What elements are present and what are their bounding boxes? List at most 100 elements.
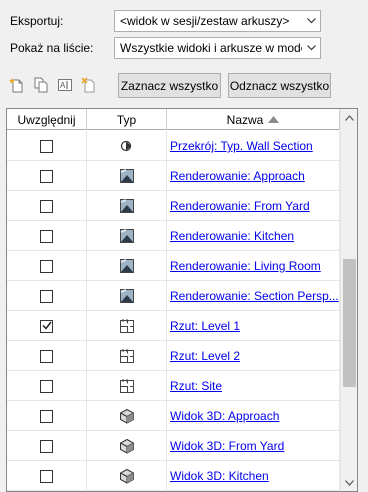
show-combo[interactable]: Wszystkie widoki i arkusze w modelu <box>114 37 321 59</box>
include-checkbox[interactable] <box>40 469 53 483</box>
table-row[interactable]: Widok 3D: Kitchen <box>7 461 340 491</box>
show-combo-value: Wszystkie widoki i arkusze w modelu <box>120 41 302 55</box>
view-name-link[interactable]: Rzut: Level 1 <box>170 319 240 333</box>
rendering-icon <box>119 228 135 244</box>
grid-rows: Przekrój: Typ. Wall Section Renderowanie:… <box>7 131 340 491</box>
deselect-all-button[interactable]: Odznacz wszystko <box>228 73 331 98</box>
view-name-link[interactable]: Widok 3D: Approach <box>170 409 279 423</box>
export-combo[interactable]: <widok w sesji/zestaw arkuszy> <box>114 10 321 32</box>
scroll-up-icon[interactable] <box>341 109 357 126</box>
rename-set-icon[interactable]: A <box>54 74 76 96</box>
delete-set-icon[interactable] <box>78 74 100 96</box>
include-cell <box>7 281 87 311</box>
include-cell <box>7 341 87 371</box>
view-name-link[interactable]: Widok 3D: From Yard <box>170 439 284 453</box>
type-cell <box>87 281 167 311</box>
include-checkbox[interactable] <box>40 229 53 243</box>
table-row[interactable]: Rzut: Level 1 <box>7 311 340 341</box>
type-cell <box>87 191 167 221</box>
include-cell <box>7 461 87 491</box>
view-name-link[interactable]: Renderowanie: Approach <box>170 169 305 183</box>
view-name-link[interactable]: Renderowanie: Living Room <box>170 259 321 273</box>
select-all-button[interactable]: Zaznacz wszystko <box>118 73 221 98</box>
name-cell: Widok 3D: From Yard <box>167 431 340 461</box>
include-checkbox[interactable] <box>40 379 53 393</box>
rendering-icon <box>119 168 135 184</box>
table-row[interactable]: Widok 3D: From Yard <box>7 431 340 461</box>
include-checkbox[interactable] <box>40 169 53 183</box>
view-name-link[interactable]: Rzut: Level 2 <box>170 349 240 363</box>
checkmark-icon <box>41 319 52 333</box>
table-row[interactable]: Renderowanie: Approach <box>7 161 340 191</box>
3d-view-icon <box>119 438 135 454</box>
table-row[interactable]: Rzut: Level 2 <box>7 341 340 371</box>
rendering-icon <box>119 198 135 214</box>
include-cell <box>7 161 87 191</box>
scroll-down-icon[interactable] <box>341 474 357 491</box>
sort-ascending-icon <box>268 116 280 123</box>
name-cell: Renderowanie: Approach <box>167 161 340 191</box>
table-row[interactable]: Renderowanie: Section Persp... <box>7 281 340 311</box>
section-icon <box>119 138 135 154</box>
type-cell <box>87 401 167 431</box>
table-row[interactable]: Renderowanie: Kitchen <box>7 221 340 251</box>
rendering-icon <box>119 288 135 304</box>
rendering-icon <box>119 258 135 274</box>
name-cell: Widok 3D: Approach <box>167 401 340 431</box>
type-cell <box>87 431 167 461</box>
name-cell: Renderowanie: Kitchen <box>167 221 340 251</box>
floor-plan-icon <box>119 318 135 334</box>
chevron-down-icon <box>302 11 320 31</box>
column-header-include[interactable]: Uwzględnij <box>7 109 87 130</box>
floor-plan-icon <box>119 378 135 394</box>
include-cell <box>7 311 87 341</box>
table-row[interactable]: Renderowanie: From Yard <box>7 191 340 221</box>
view-name-link[interactable]: Renderowanie: Section Persp... <box>170 289 339 303</box>
view-name-link[interactable]: Widok 3D: Kitchen <box>170 469 269 483</box>
table-row[interactable]: Renderowanie: Living Room <box>7 251 340 281</box>
new-set-icon[interactable] <box>6 74 28 96</box>
duplicate-set-icon[interactable] <box>30 74 52 96</box>
include-checkbox[interactable] <box>40 409 53 423</box>
include-checkbox[interactable] <box>40 319 53 333</box>
column-header-name[interactable]: Nazwa <box>167 109 340 130</box>
view-name-link[interactable]: Przekrój: Typ. Wall Section <box>170 139 313 153</box>
column-header-type[interactable]: Typ <box>87 109 167 130</box>
table-row[interactable]: Przekrój: Typ. Wall Section <box>7 131 340 161</box>
scrollbar-thumb[interactable] <box>343 259 356 387</box>
column-header-name-label: Nazwa <box>226 112 264 127</box>
set-toolbar: A <box>6 72 102 98</box>
vertical-scrollbar[interactable] <box>340 109 357 491</box>
table-row[interactable]: Rzut: Site <box>7 371 340 401</box>
view-name-link[interactable]: Renderowanie: From Yard <box>170 199 310 213</box>
include-cell <box>7 191 87 221</box>
name-cell: Rzut: Level 1 <box>167 311 340 341</box>
show-label: Pokaż na liście: <box>10 41 94 55</box>
include-checkbox[interactable] <box>40 439 53 453</box>
include-cell <box>7 221 87 251</box>
include-checkbox[interactable] <box>40 199 53 213</box>
floor-plan-icon <box>119 348 135 364</box>
view-name-link[interactable]: Rzut: Site <box>170 379 222 393</box>
3d-view-icon <box>119 468 135 484</box>
type-cell <box>87 251 167 281</box>
type-cell <box>87 341 167 371</box>
include-checkbox[interactable] <box>40 139 53 153</box>
include-checkbox[interactable] <box>40 259 53 273</box>
type-cell <box>87 221 167 251</box>
view-name-link[interactable]: Renderowanie: Kitchen <box>170 229 294 243</box>
name-cell: Widok 3D: Kitchen <box>167 461 340 491</box>
name-cell: Rzut: Level 2 <box>167 341 340 371</box>
name-cell: Przekrój: Typ. Wall Section <box>167 131 340 161</box>
include-checkbox[interactable] <box>40 289 53 303</box>
export-combo-value: <widok w sesji/zestaw arkuszy> <box>120 14 290 28</box>
export-label: Eksportuj: <box>10 14 64 28</box>
type-cell <box>87 131 167 161</box>
table-row[interactable]: Widok 3D: Approach <box>7 401 340 431</box>
include-checkbox[interactable] <box>40 349 53 363</box>
include-cell <box>7 401 87 431</box>
views-grid: Uwzględnij Typ Nazwa Przekrój: Typ. Wall… <box>6 108 358 492</box>
type-cell <box>87 461 167 491</box>
include-cell <box>7 131 87 161</box>
grid-header: Uwzględnij Typ Nazwa <box>7 109 340 130</box>
